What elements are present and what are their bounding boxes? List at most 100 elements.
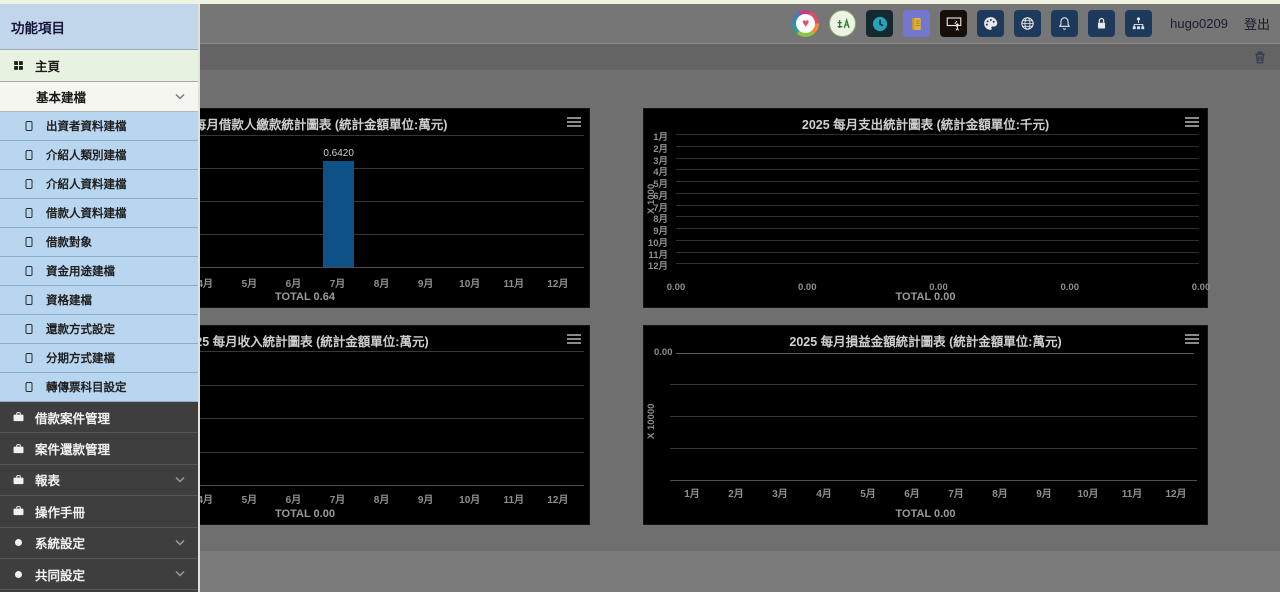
sidebar-item-label: 還款方式設定 — [46, 321, 115, 337]
x-axis-label: 11月 — [492, 275, 536, 290]
sidebar-item-7[interactable]: 資金用途建檔 — [0, 257, 198, 286]
sidebar-item-label: 轉傳票科目設定 — [46, 379, 127, 395]
sidebar-item-11[interactable]: 轉傳票科目設定 — [0, 373, 198, 402]
sidebar-item-label: 介紹人類別建檔 — [46, 147, 127, 163]
card-icon — [21, 148, 37, 162]
grid-icon — [10, 59, 26, 72]
gridline — [676, 228, 1199, 229]
sidebar-item-4[interactable]: 介紹人資料建檔 — [0, 170, 198, 199]
colorful-logo-icon[interactable] — [792, 10, 819, 37]
card-icon — [21, 264, 37, 278]
gridline — [676, 216, 1199, 217]
x-axis-label: 12月 — [1154, 485, 1198, 500]
sidebar-item-label: 借款對象 — [46, 234, 92, 250]
sidebar-item-1[interactable]: 基本建檔 — [0, 82, 198, 112]
bar-value-label: 0.6420 — [309, 148, 369, 159]
chart-plot: 1月2月3月4月5月6月7月8月9月10月11月12月0.00X 10000 — [644, 326, 1207, 524]
sidebar-item-9[interactable]: 還款方式設定 — [0, 315, 198, 344]
briefcase-icon — [10, 504, 26, 518]
x-axis-label: 12月 — [536, 491, 580, 506]
sidebar-item-0[interactable]: 主頁 — [0, 50, 198, 82]
sidebar-item-label: 案件還款管理 — [35, 439, 110, 458]
gridline — [676, 169, 1199, 170]
x-axis-labels: 1月2月3月4月5月6月7月8月9月10月11月12月 — [670, 485, 1198, 500]
sidebar-item-label: 共同設定 — [35, 565, 85, 584]
card-icon — [21, 235, 37, 249]
x-axis-label: 5月 — [227, 491, 271, 506]
bar-7月 — [323, 161, 354, 267]
gridline — [676, 146, 1199, 147]
sitemap-icon[interactable] — [1125, 10, 1152, 37]
sidebar-item-13[interactable]: 案件還款管理 — [0, 433, 198, 464]
lock-icon[interactable] — [1088, 10, 1115, 37]
sidebar-item-label: 操作手冊 — [35, 502, 85, 521]
sidebar-item-label: 主頁 — [35, 56, 60, 75]
gridline — [670, 416, 1197, 417]
sidebar-item-label: 資格建檔 — [46, 292, 92, 308]
sidebar-item-label: 借款人資料建檔 — [46, 205, 127, 221]
clock-icon[interactable] — [866, 10, 893, 37]
scroll-icon[interactable] — [903, 10, 930, 37]
presentation-icon[interactable] — [940, 10, 967, 37]
logout-button[interactable]: 登出 — [1244, 14, 1270, 33]
sidebar-item-2[interactable]: 出資者資料建檔 — [0, 112, 198, 141]
dashboard-page: hugo0209 登出 2025 每月借款人繳款統計圖表 (統計金額單位:萬元)… — [0, 0, 1280, 592]
gridline — [676, 158, 1199, 159]
x-axis-label: 11月 — [492, 491, 536, 506]
trash-icon[interactable] — [1252, 49, 1268, 71]
x-axis-label: 12月 — [536, 275, 580, 290]
x-axis-label: 9月 — [404, 491, 448, 506]
globe-icon[interactable] — [1014, 10, 1041, 37]
zero-value-line — [676, 353, 1194, 354]
x-axis-label: 6月 — [271, 491, 315, 506]
sidebar-item-14[interactable]: 報表 — [0, 465, 198, 496]
green-logo-icon[interactable] — [829, 10, 856, 37]
sidebar-item-label: 出資者資料建檔 — [46, 118, 127, 134]
x-axis-line — [670, 480, 1197, 481]
sidebar-item-17[interactable]: 共同設定 — [0, 559, 198, 590]
sidebar-header: 功能項目 — [0, 4, 198, 50]
chart-panel-monthly-expense: 2025 每月支出統計圖表 (統計金額單位:千元) 1月2月3月4月5月6月7月… — [643, 108, 1208, 308]
sidebar-item-label: 介紹人資料建檔 — [46, 176, 127, 192]
card-icon — [21, 380, 37, 394]
palette-icon[interactable] — [977, 10, 1004, 37]
circle-icon — [10, 568, 26, 581]
card-icon — [21, 322, 37, 336]
sidebar-item-label: 分期方式建檔 — [46, 350, 115, 366]
y-axis-unit-label: X 10000 — [646, 356, 657, 486]
gridline — [676, 240, 1199, 241]
gridline — [676, 205, 1199, 206]
gridline — [676, 193, 1199, 194]
card-icon — [21, 293, 37, 307]
x-axis-label: 10月 — [448, 491, 492, 506]
circle-icon — [10, 536, 26, 549]
x-axis-label: 10月 — [448, 275, 492, 290]
x-axis-label: 4月 — [802, 485, 846, 500]
user-name: hugo0209 — [1170, 16, 1228, 31]
briefcase-icon — [10, 410, 26, 424]
sidebar-menu: 功能項目 主頁基本建檔出資者資料建檔介紹人類別建檔介紹人資料建檔借款人資料建檔借… — [0, 4, 200, 592]
bell-icon[interactable] — [1051, 10, 1078, 37]
sidebar-item-15[interactable]: 操作手冊 — [0, 496, 198, 527]
sidebar-item-12[interactable]: 借款案件管理 — [0, 402, 198, 433]
sidebar-item-6[interactable]: 借款對象 — [0, 228, 198, 257]
x-axis-label: 10月 — [1066, 485, 1110, 500]
x-axis-label: 11月 — [1110, 485, 1154, 500]
x-axis-label: 8月 — [978, 485, 1022, 500]
sidebar-item-3[interactable]: 介紹人類別建檔 — [0, 141, 198, 170]
y-axis-unit-label: X 1000 — [646, 134, 657, 264]
x-axis-label: 8月 — [360, 491, 404, 506]
sidebar-item-label: 報表 — [35, 470, 60, 489]
x-axis-label: 3月 — [758, 485, 802, 500]
x-axis-label: 5月 — [227, 275, 271, 290]
chart-total: TOTAL 0.00 — [644, 508, 1207, 520]
sidebar-item-16[interactable]: 系統設定 — [0, 528, 198, 559]
sidebar-item-8[interactable]: 資格建檔 — [0, 286, 198, 315]
x-axis-label: 2月 — [714, 485, 758, 500]
gridline — [670, 384, 1197, 385]
gridline — [676, 134, 1199, 135]
sidebar-item-10[interactable]: 分期方式建檔 — [0, 344, 198, 373]
sidebar-item-label: 系統設定 — [35, 533, 85, 552]
sidebar-item-label: 基本建檔 — [36, 87, 86, 106]
sidebar-item-5[interactable]: 借款人資料建檔 — [0, 199, 198, 228]
